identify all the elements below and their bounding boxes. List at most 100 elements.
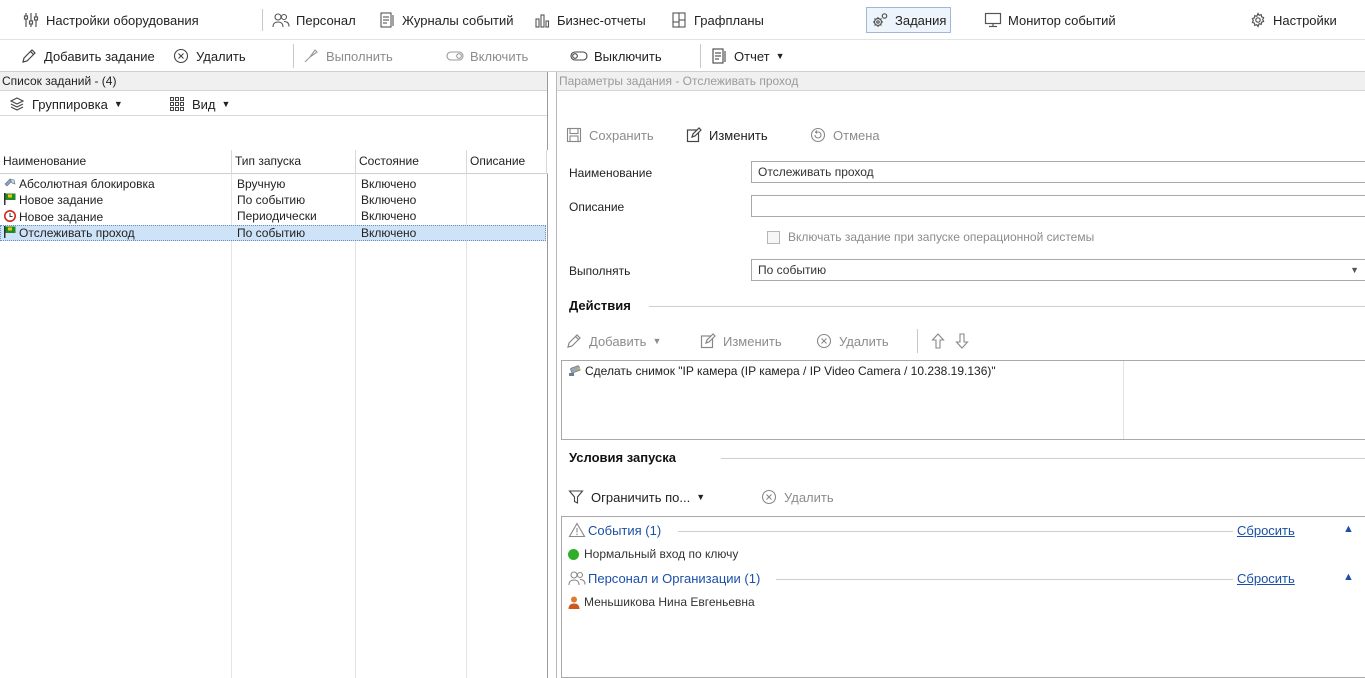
disable-task-button[interactable]: Выключить — [570, 45, 662, 67]
toolbar-divider — [700, 44, 701, 68]
chevron-down-icon: ▼ — [113, 99, 123, 109]
task-name-cell: Абсолютная блокировка — [3, 177, 155, 192]
conditions-section-title: Условия запуска — [569, 450, 676, 465]
execute-select-value: По событию — [758, 263, 827, 277]
menu-settings-label: Настройки — [1273, 12, 1337, 28]
column-divider — [355, 174, 356, 678]
execute-task-label: Выполнить — [326, 48, 393, 64]
save-label: Сохранить — [589, 127, 654, 143]
menu-event-logs[interactable]: Журналы событий — [378, 7, 514, 33]
task-launch: По событию — [237, 226, 306, 240]
menu-personnel[interactable]: Персонал — [272, 7, 356, 33]
save-button[interactable]: Сохранить — [565, 124, 654, 146]
os-start-checkbox[interactable] — [767, 230, 780, 244]
condition-delete-label: Удалить — [784, 489, 834, 505]
column-header-state[interactable]: Состояние — [356, 150, 467, 174]
table-row[interactable]: Новое задание По событию Включено — [0, 193, 546, 209]
menu-floor-plans[interactable]: Графпланы — [670, 7, 764, 33]
collapse-up-icon[interactable]: ▲ — [1343, 523, 1354, 535]
menu-settings[interactable]: Настройки — [1249, 7, 1337, 33]
edit-icon — [699, 332, 717, 350]
table-row[interactable]: Новое задание Периодически Включено — [0, 209, 546, 225]
task-grid-header: Наименование Тип запуска Состояние Описа… — [0, 150, 548, 174]
action-edit-label: Изменить — [723, 333, 782, 349]
grouping-dropdown-button[interactable]: Группировка ▼ — [8, 93, 123, 115]
action-add-button[interactable]: Добавить ▼ — [565, 330, 661, 352]
list-item[interactable]: Нормальный вход по ключу — [568, 547, 738, 561]
column-header-launch-type[interactable]: Тип запуска — [232, 150, 356, 174]
edit-button[interactable]: Изменить — [685, 124, 768, 146]
cancel-button[interactable]: Отмена — [809, 124, 880, 146]
pencil-icon — [565, 332, 583, 350]
menu-business-reports[interactable]: Бизнес-отчеты — [533, 7, 646, 33]
menu-tasks[interactable]: Задания — [866, 7, 952, 33]
move-up-button[interactable] — [929, 330, 953, 352]
list-item[interactable]: Меньшикова Нина Евгеньевна — [568, 595, 755, 609]
menu-business-reports-label: Бизнес-отчеты — [557, 12, 646, 28]
collapse-up-icon[interactable]: ▲ — [1343, 571, 1354, 583]
table-row-selected[interactable]: Отслеживать проход По событию Включено — [0, 225, 546, 241]
limit-by-dropdown-button[interactable]: Ограничить по... ▼ — [567, 486, 705, 508]
column-divider — [466, 174, 467, 678]
task-name: Отслеживать проход — [19, 226, 135, 240]
personnel-group-title[interactable]: Персонал и Организации (1) — [568, 570, 760, 586]
condition-delete-button[interactable]: Удалить — [760, 486, 834, 508]
main-menu-bar: Настройки оборудования Персонал Журналы … — [0, 0, 1365, 40]
view-dropdown-button[interactable]: Вид ▼ — [168, 93, 230, 115]
execute-label: Выполнять — [569, 264, 631, 278]
flag-icon — [3, 226, 17, 238]
delete-task-label: Удалить — [196, 48, 246, 64]
add-task-label: Добавить задание — [44, 48, 155, 64]
camera-icon — [568, 365, 582, 377]
task-list-toolbar: Группировка ▼ Вид ▼ — [0, 91, 547, 116]
task-name-field[interactable]: Отслеживать проход — [751, 161, 1365, 183]
task-description-field[interactable] — [751, 195, 1365, 217]
menu-hardware-settings[interactable]: Настройки оборудования — [22, 7, 199, 33]
toggle-off-icon — [570, 47, 588, 65]
task-state: Включено — [361, 209, 417, 223]
cancel-label: Отмена — [833, 127, 880, 143]
execute-select[interactable]: По событию ▼ — [751, 259, 1365, 281]
hardware-settings-icon — [22, 11, 40, 29]
menu-event-monitor[interactable]: Монитор событий — [984, 7, 1116, 33]
person-icon — [568, 596, 580, 609]
action-add-label: Добавить — [589, 333, 647, 349]
business-report-icon — [533, 11, 551, 29]
save-icon — [565, 126, 583, 144]
action-edit-button[interactable]: Изменить — [699, 330, 782, 352]
list-item[interactable]: Сделать снимок "IP камера (IP камера / I… — [568, 364, 996, 378]
execute-task-button[interactable]: Выполнить — [302, 45, 393, 67]
warning-triangle-icon — [568, 522, 586, 538]
enable-task-button[interactable]: Включить — [446, 45, 528, 67]
personnel-reset-link[interactable]: Сбросить — [1237, 571, 1295, 586]
edit-label: Изменить — [709, 127, 768, 143]
task-name: Новое задание — [19, 210, 104, 224]
column-header-name[interactable]: Наименование — [0, 150, 232, 174]
tasks-gear-icon — [871, 11, 889, 29]
delete-task-button[interactable]: Удалить — [172, 45, 246, 67]
floor-plan-icon — [670, 11, 688, 29]
os-start-option[interactable]: Включать задание при запуске операционно… — [767, 230, 1094, 244]
task-state: Включено — [361, 193, 417, 207]
column-divider — [231, 174, 232, 678]
chevron-down-icon: ▼ — [652, 336, 662, 346]
events-group-label: События (1) — [588, 522, 662, 538]
task-state: Включено — [361, 226, 417, 240]
task-launch: По событию — [237, 193, 306, 207]
report-dropdown-button[interactable]: Отчет ▼ — [710, 45, 785, 67]
arrow-up-icon — [929, 332, 947, 350]
column-header-description[interactable]: Описание — [467, 150, 547, 174]
person-condition-label: Меньшикова Нина Евгеньевна — [584, 595, 755, 609]
events-group-title[interactable]: События (1) — [568, 522, 661, 538]
move-down-button[interactable] — [953, 330, 977, 352]
view-label: Вид — [192, 96, 216, 112]
action-delete-button[interactable]: Удалить — [815, 330, 889, 352]
event-condition-label: Нормальный вход по ключу — [584, 547, 739, 561]
events-reset-link[interactable]: Сбросить — [1237, 523, 1295, 538]
group-divider-line — [776, 579, 1233, 580]
arrow-down-icon — [953, 332, 971, 350]
add-task-button[interactable]: Добавить задание — [20, 45, 155, 67]
table-row[interactable]: Абсолютная блокировка Вручную Включено — [0, 177, 546, 193]
delete-circle-icon — [760, 488, 778, 506]
toolbar-divider — [917, 329, 918, 353]
